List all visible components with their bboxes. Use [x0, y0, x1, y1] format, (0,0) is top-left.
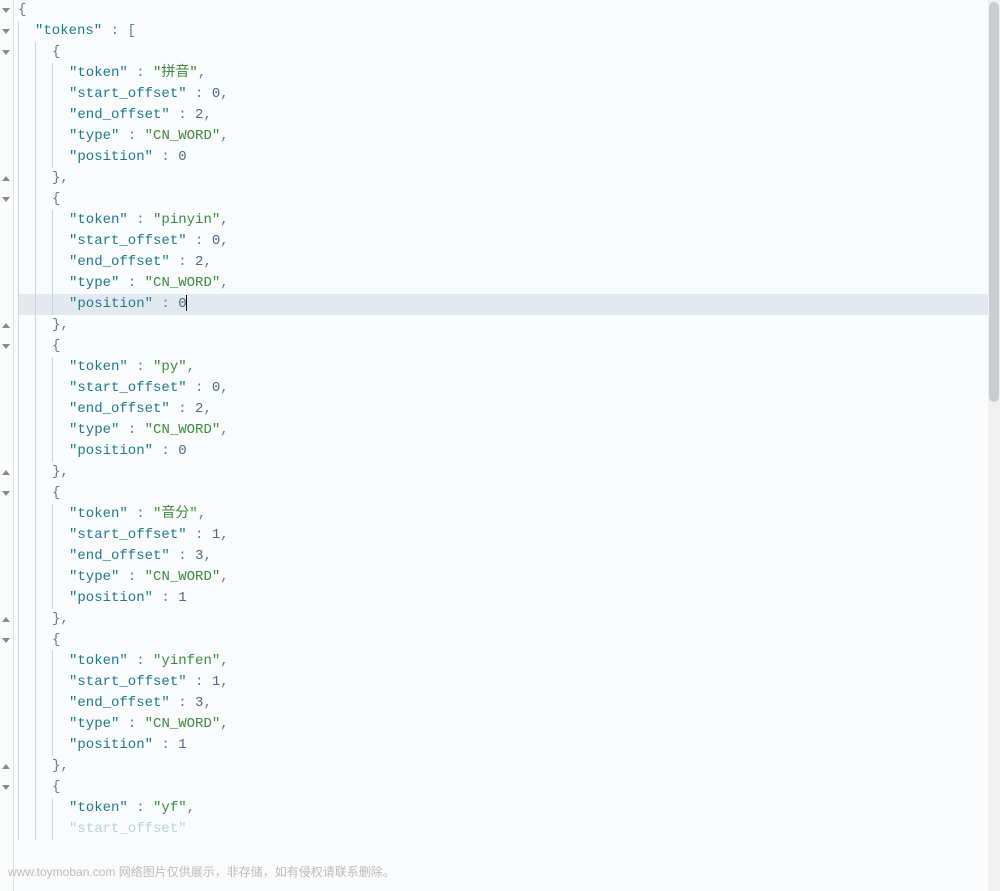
code-line[interactable]: },	[18, 609, 1000, 630]
code-line[interactable]: },	[18, 315, 1000, 336]
fold-down-icon[interactable]	[1, 342, 11, 352]
fold-down-icon[interactable]	[1, 195, 11, 205]
code-line[interactable]: "type" : "CN_WORD",	[18, 714, 1000, 735]
code-line[interactable]: },	[18, 756, 1000, 777]
fold-up-icon[interactable]	[1, 615, 11, 625]
code-line[interactable]: "type" : "CN_WORD",	[18, 420, 1000, 441]
code-line[interactable]: "start_offset"	[18, 819, 1000, 840]
code-line[interactable]: {	[18, 483, 1000, 504]
fold-up-icon[interactable]	[1, 468, 11, 478]
code-line[interactable]: {	[18, 777, 1000, 798]
code-line[interactable]: "token" : "yinfen",	[18, 651, 1000, 672]
code-line[interactable]: "position" : 0	[18, 441, 1000, 462]
fold-up-icon[interactable]	[1, 762, 11, 772]
code-editor[interactable]: {"tokens" : [{"token" : "拼音","start_offs…	[0, 0, 1000, 891]
fold-down-icon[interactable]	[1, 48, 11, 58]
code-line[interactable]: },	[18, 462, 1000, 483]
code-line[interactable]: {	[18, 0, 1000, 21]
fold-down-icon[interactable]	[1, 489, 11, 499]
code-line[interactable]: "type" : "CN_WORD",	[18, 273, 1000, 294]
code-line[interactable]: "position" : 0	[18, 294, 1000, 315]
code-line[interactable]: "start_offset" : 0,	[18, 84, 1000, 105]
code-line[interactable]: {	[18, 336, 1000, 357]
code-line[interactable]: "end_offset" : 2,	[18, 399, 1000, 420]
code-line[interactable]: "position" : 0	[18, 147, 1000, 168]
code-line[interactable]: "position" : 1	[18, 588, 1000, 609]
code-line[interactable]: "position" : 1	[18, 735, 1000, 756]
code-line[interactable]: "type" : "CN_WORD",	[18, 567, 1000, 588]
code-line[interactable]: "start_offset" : 0,	[18, 231, 1000, 252]
code-line[interactable]: "token" : "yf",	[18, 798, 1000, 819]
code-line[interactable]: "end_offset" : 3,	[18, 546, 1000, 567]
code-line[interactable]: "end_offset" : 2,	[18, 105, 1000, 126]
fold-up-icon[interactable]	[1, 321, 11, 331]
scrollbar-thumb[interactable]	[989, 2, 999, 402]
code-line[interactable]: "token" : "pinyin",	[18, 210, 1000, 231]
code-line[interactable]: "tokens" : [	[18, 21, 1000, 42]
code-line[interactable]: "end_offset" : 2,	[18, 252, 1000, 273]
code-line[interactable]: "end_offset" : 3,	[18, 693, 1000, 714]
text-cursor	[186, 295, 187, 311]
fold-down-icon[interactable]	[1, 636, 11, 646]
code-line[interactable]: "start_offset" : 0,	[18, 378, 1000, 399]
fold-down-icon[interactable]	[1, 783, 11, 793]
fold-up-icon[interactable]	[1, 174, 11, 184]
fold-gutter	[0, 0, 14, 891]
code-line[interactable]: {	[18, 630, 1000, 651]
code-line[interactable]: "start_offset" : 1,	[18, 672, 1000, 693]
code-line[interactable]: "token" : "音分",	[18, 504, 1000, 525]
vertical-scrollbar[interactable]	[988, 0, 1000, 891]
code-line[interactable]: {	[18, 42, 1000, 63]
fold-down-icon[interactable]	[1, 6, 11, 16]
code-content[interactable]: {"tokens" : [{"token" : "拼音","start_offs…	[14, 0, 1000, 891]
code-line[interactable]: "type" : "CN_WORD",	[18, 126, 1000, 147]
code-line[interactable]: },	[18, 168, 1000, 189]
code-line[interactable]: "start_offset" : 1,	[18, 525, 1000, 546]
fold-down-icon[interactable]	[1, 27, 11, 37]
code-line[interactable]: "token" : "拼音",	[18, 63, 1000, 84]
code-line[interactable]: "token" : "py",	[18, 357, 1000, 378]
watermark-text: www.toymoban.com 网络图片仅供展示，非存储，如有侵权请联系删除。	[8, 862, 395, 883]
code-line[interactable]: {	[18, 189, 1000, 210]
